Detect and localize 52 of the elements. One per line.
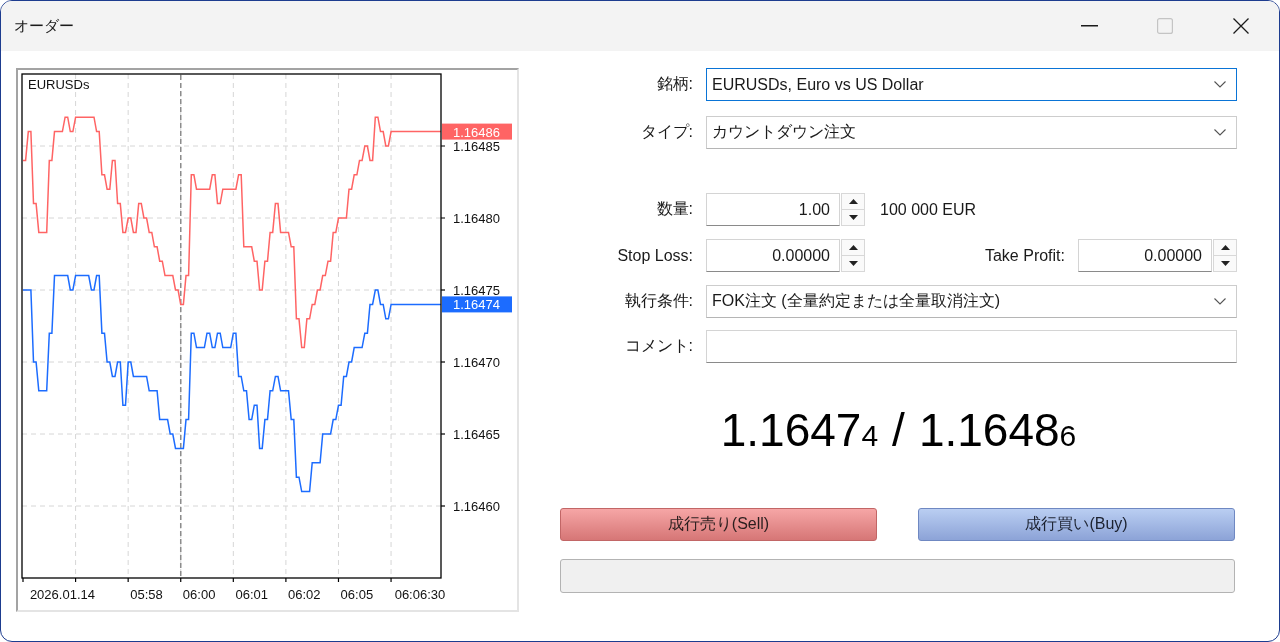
axis-label: 1.16475 [453,283,500,298]
spin-up-button[interactable] [841,239,865,256]
bid-price: 1.16474 [720,407,879,458]
field-label: 銘柄: [655,74,693,94]
number-input[interactable]: 0.00000 [1078,239,1212,272]
axis-label: 05:58 [130,587,163,602]
price-separator: / [892,407,905,453]
volume-unit: 100 000 EUR [880,200,977,219]
axis-label: 1.16465 [453,427,500,442]
spin-up-button[interactable] [1213,239,1237,256]
field-label: コメント: [623,336,693,356]
dropdown[interactable]: EURUSDs, Euro vs US Dollar [706,68,1237,101]
spin-down-button[interactable] [841,256,865,272]
dropdown[interactable]: カウントダウン注文 [706,116,1237,149]
axis-label: 1.16480 [453,211,500,226]
price-tag: 1.16474 [442,296,512,313]
sell-button[interactable]: 成行売り(Sell) [560,508,877,541]
window-title: オーダー [14,16,74,36]
price-tag: 1.16486 [442,123,512,140]
chart-title: EURUSDs [28,77,90,92]
buy-button[interactable]: 成行買い(Buy) [918,508,1235,541]
chevron-down-icon [1214,81,1226,88]
triangle-up-icon [848,199,858,204]
axis-label: 2026.01.14 [29,587,95,602]
field-label: Stop Loss: [616,246,693,265]
triangle-up-icon [848,245,858,250]
chevron-down-icon [1214,129,1226,136]
spin-down-button[interactable] [841,210,865,226]
spin-down-button[interactable] [1213,256,1237,272]
number-input[interactable]: 1.00 [706,193,840,226]
spin-up-button[interactable] [841,193,865,210]
axis-label: 06:00 [182,587,216,602]
number-input[interactable]: 0.00000 [706,239,840,272]
dropdown[interactable]: FOK注文 (全量約定または全量取消注文) [706,285,1237,318]
axis-label: 06:05 [340,587,374,602]
field-label: 執行条件: [623,291,693,311]
axis-label: 06:01 [235,587,268,602]
field-label: タイプ: [639,122,693,142]
triangle-down-icon [1220,261,1230,266]
axis-label: 1.16460 [453,499,500,514]
axis-label: 06:02 [288,587,321,602]
field-label: Take Profit: [984,246,1065,265]
field-label: 数量: [655,199,693,219]
triangle-up-icon [1220,245,1230,250]
axis-label: 1.16485 [453,139,500,154]
axis-label: 06:06:30 [394,587,446,602]
chevron-down-icon [1214,298,1226,305]
triangle-down-icon [848,261,858,266]
axis-label: 1.16470 [453,355,500,370]
triangle-down-icon [848,215,858,220]
ask-price: 1.16486 [918,407,1077,458]
comment-input[interactable] [706,330,1237,363]
